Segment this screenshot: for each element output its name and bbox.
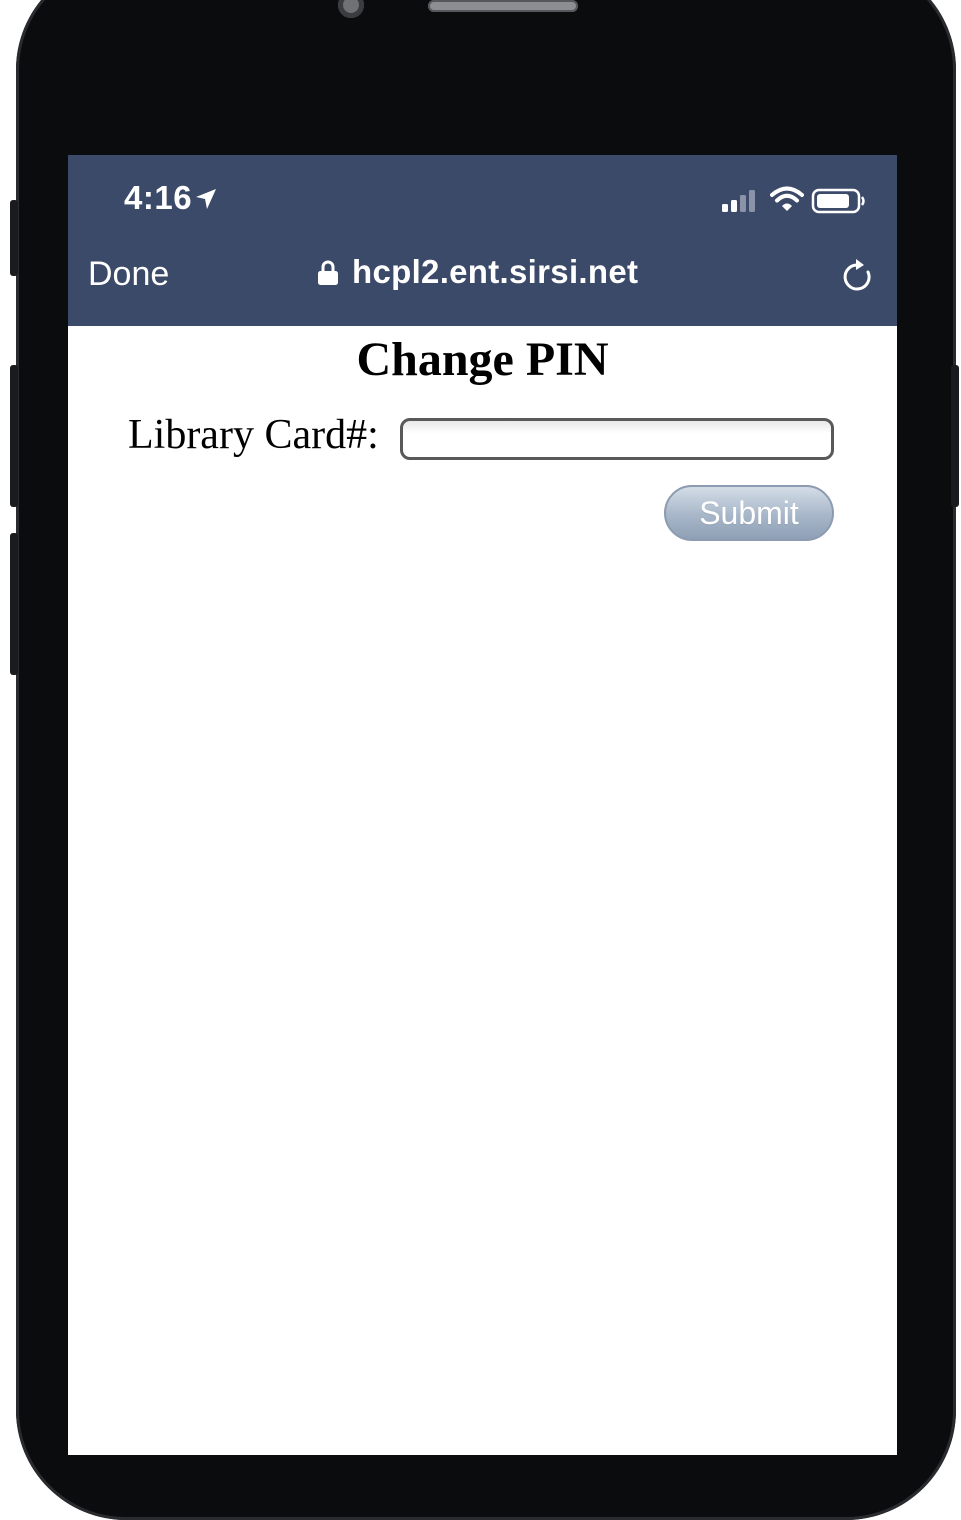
signal-icon	[722, 190, 755, 212]
url-display[interactable]: hcpl2.ent.sirsi.net	[318, 253, 638, 291]
battery-icon	[811, 188, 865, 214]
submit-button[interactable]: Submit	[664, 485, 834, 541]
screen: 4:16 Done hcpl2.ent.sirsi.net Change PIN…	[68, 155, 897, 1455]
volume-up-button	[10, 365, 18, 507]
silent-switch	[10, 200, 18, 276]
wifi-icon	[770, 186, 804, 211]
power-button	[951, 365, 959, 507]
browser-top-bar: 4:16 Done hcpl2.ent.sirsi.net	[68, 155, 897, 326]
page-title: Change PIN	[356, 333, 609, 386]
lock-icon	[318, 260, 338, 285]
url-text: hcpl2.ent.sirsi.net	[352, 253, 639, 290]
volume-down-button	[10, 533, 18, 675]
reload-icon[interactable]	[840, 258, 876, 296]
library-card-input[interactable]	[400, 418, 834, 460]
library-card-label: Library Card#:	[128, 412, 379, 458]
status-time: 4:16	[124, 179, 193, 216]
front-camera	[338, 0, 364, 18]
earpiece-speaker	[428, 0, 578, 12]
location-arrow-icon	[196, 189, 216, 209]
done-button[interactable]: Done	[88, 255, 169, 294]
